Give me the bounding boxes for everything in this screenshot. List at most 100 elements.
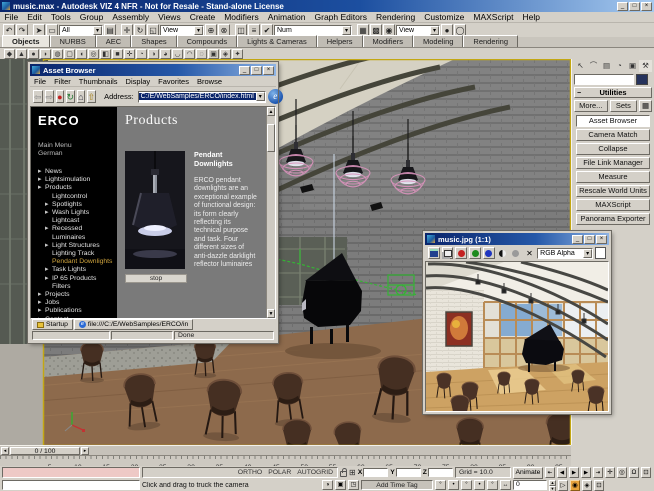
erco-nav-item[interactable]: ▸ Publications bbox=[38, 307, 117, 315]
snap-mode-label[interactable]: AUTOGRID bbox=[297, 469, 333, 476]
title-bar[interactable]: music.max - Autodesk VIZ 4 NFR - Not for… bbox=[0, 0, 654, 12]
category-tab[interactable]: Modifiers bbox=[363, 35, 413, 47]
erco-nav-item[interactable]: ▸ Projects bbox=[38, 291, 117, 299]
menu-item[interactable]: Rendering bbox=[371, 12, 419, 22]
chevron-down-icon[interactable]: ▾ bbox=[93, 26, 102, 35]
tab-motion-icon[interactable]: ◔ bbox=[613, 60, 626, 72]
previous-frame-button[interactable]: ◀ bbox=[557, 467, 567, 478]
object-primitive-icon[interactable]: ◑ bbox=[148, 49, 159, 59]
utility-button[interactable]: Rescale World Units bbox=[576, 185, 650, 197]
z-coordinate-field[interactable] bbox=[428, 468, 453, 477]
erco-nav-item[interactable]: ▸ Wash Lights bbox=[38, 209, 117, 217]
previous-frame-arrow[interactable]: ◂ bbox=[1, 447, 9, 455]
key-snap-icon[interactable]: ° bbox=[461, 480, 472, 490]
object-primitive-icon[interactable]: ▢ bbox=[64, 49, 75, 59]
menu-item[interactable]: Create bbox=[185, 12, 220, 22]
key-filter-icon[interactable]: ° bbox=[435, 480, 446, 490]
category-tab[interactable]: Shapes bbox=[131, 35, 176, 47]
selection-lock-icon[interactable] bbox=[340, 471, 347, 477]
object-primitive-icon[interactable]: ▲ bbox=[16, 49, 27, 59]
address-input[interactable]: C:/E/WebSamples/ERCO/index.html ▾ bbox=[138, 91, 266, 103]
erco-nav-item[interactable]: ▸ News bbox=[38, 168, 117, 176]
object-primitive-icon[interactable]: ✛ bbox=[124, 49, 135, 59]
category-tab[interactable]: Lights & Cameras bbox=[237, 35, 317, 47]
object-primitive-icon[interactable]: ◧ bbox=[100, 49, 111, 59]
go-to-start-button[interactable]: ⇤ bbox=[545, 467, 555, 478]
menu-item[interactable]: Modifiers bbox=[220, 12, 263, 22]
category-tab[interactable]: NURBS bbox=[50, 35, 96, 47]
erco-nav-item[interactable]: ▸ IP 65 Products bbox=[38, 275, 117, 283]
forward-icon[interactable]: ⇨ bbox=[45, 90, 55, 103]
file-tab[interactable]: e file:///C:/E/WebSamples/ERCO/in bbox=[74, 319, 193, 330]
category-tab[interactable]: Helpers bbox=[317, 35, 363, 47]
maxscript-mini-listener-pink[interactable] bbox=[2, 467, 140, 478]
asset-browser-window[interactable]: Asset Browser _ □ × FileFilterThumbnails… bbox=[28, 62, 278, 343]
track-bar[interactable]: 5101520253035404550556065707580859095100 bbox=[0, 455, 571, 466]
home-icon[interactable]: ⌂ bbox=[77, 90, 84, 103]
object-primitive-icon[interactable]: ▣ bbox=[208, 49, 219, 59]
more-button[interactable]: More... bbox=[574, 100, 608, 112]
menu-item[interactable]: Browse bbox=[193, 77, 226, 86]
menu-item[interactable]: Group bbox=[75, 12, 108, 22]
object-color-swatch[interactable] bbox=[636, 74, 648, 85]
erco-nav-item[interactable]: ▸ Lightsimulation bbox=[38, 176, 117, 184]
object-primitive-icon[interactable]: ◍ bbox=[52, 49, 63, 59]
selection-filter-dropdown[interactable]: All▾ bbox=[59, 25, 103, 36]
object-primitive-icon[interactable]: ■ bbox=[112, 49, 123, 59]
tab-display-icon[interactable]: ▣ bbox=[626, 60, 639, 72]
time-slider-handle[interactable]: 0 / 100 bbox=[10, 447, 80, 455]
pan-view-icon[interactable]: ✛ bbox=[605, 467, 615, 478]
monochrome-icon[interactable] bbox=[510, 247, 522, 259]
key-mode-toggle-icon[interactable]: ↔ bbox=[500, 480, 511, 490]
close-button[interactable]: × bbox=[263, 66, 274, 75]
refresh-icon[interactable]: ↻ bbox=[66, 90, 76, 103]
startup-tab[interactable]: Startup bbox=[32, 319, 73, 330]
orbit-camera-icon[interactable]: ◈ bbox=[582, 480, 592, 491]
maxscript-mini-listener-white[interactable] bbox=[2, 480, 140, 490]
render-frame-window[interactable]: music.jpg (1:1) _ □ × ✕ RGB Alpha▾ bbox=[423, 231, 611, 414]
minimize-button[interactable]: _ bbox=[572, 235, 583, 244]
clone-icon[interactable] bbox=[442, 247, 454, 259]
truck-camera-icon[interactable]: ◉ bbox=[570, 480, 580, 491]
scroll-up-icon[interactable]: ▲ bbox=[267, 107, 275, 116]
object-primitive-icon[interactable]: ● bbox=[28, 49, 39, 59]
erco-nav-item[interactable]: ▸ Contact bbox=[38, 316, 117, 318]
tab-create-icon[interactable]: ↖ bbox=[574, 60, 587, 72]
utility-button[interactable]: File Link Manager bbox=[576, 157, 650, 169]
menu-item[interactable]: Thumbnails bbox=[75, 77, 122, 86]
up-folder-icon[interactable]: ⇧ bbox=[87, 90, 97, 103]
chevron-down-icon[interactable]: ▾ bbox=[430, 26, 439, 35]
menu-item[interactable]: File bbox=[30, 77, 50, 86]
figure-caption-button[interactable]: stop bbox=[125, 274, 187, 283]
scroll-thumb[interactable] bbox=[267, 124, 275, 152]
object-primitive-icon[interactable]: ◖ bbox=[76, 49, 87, 59]
zoom-region-icon[interactable]: ▷ bbox=[558, 480, 568, 491]
menu-item[interactable]: Help bbox=[518, 12, 544, 22]
erco-nav-item[interactable]: Lightcontrol bbox=[38, 193, 117, 201]
reference-coordinate-dropdown[interactable]: View▾ bbox=[160, 25, 204, 36]
utility-button[interactable]: Asset Browser bbox=[576, 115, 650, 127]
utility-button[interactable]: MAXScript bbox=[576, 199, 650, 211]
category-tab[interactable]: Compounds bbox=[177, 35, 237, 47]
object-name-field[interactable] bbox=[574, 74, 634, 85]
render-window-title-bar[interactable]: music.jpg (1:1) _ □ × bbox=[425, 233, 609, 245]
absolute-mode-icon[interactable]: ⊞ bbox=[349, 468, 356, 478]
object-primitive-icon[interactable]: ◠ bbox=[184, 49, 195, 59]
zoom-extents-icon[interactable]: ⊡ bbox=[641, 467, 651, 478]
menu-item[interactable]: Graph Editors bbox=[310, 12, 371, 22]
arc-rotate-icon[interactable]: Ω bbox=[629, 467, 639, 478]
sets-button[interactable]: Sets bbox=[610, 100, 638, 112]
menu-item[interactable]: Views bbox=[154, 12, 186, 22]
add-time-tag[interactable]: Add Time Tag bbox=[361, 480, 433, 490]
menu-item[interactable]: Customize bbox=[420, 12, 469, 22]
menu-item[interactable]: Assembly bbox=[108, 12, 154, 22]
scrollbar[interactable]: ▲ ▼ bbox=[266, 107, 275, 318]
chevron-down-icon[interactable]: ▾ bbox=[583, 249, 592, 258]
crossing-selection-icon[interactable]: ◑ bbox=[322, 480, 333, 490]
y-coordinate-field[interactable] bbox=[396, 468, 421, 477]
key-entry-icon[interactable]: • bbox=[474, 480, 485, 490]
collapse-rollout-icon[interactable]: − bbox=[577, 89, 581, 98]
category-tab[interactable]: Objects bbox=[2, 35, 50, 47]
utilities-config-icon[interactable]: ▦ bbox=[639, 100, 652, 112]
menu-item[interactable]: Favorites bbox=[154, 77, 193, 86]
